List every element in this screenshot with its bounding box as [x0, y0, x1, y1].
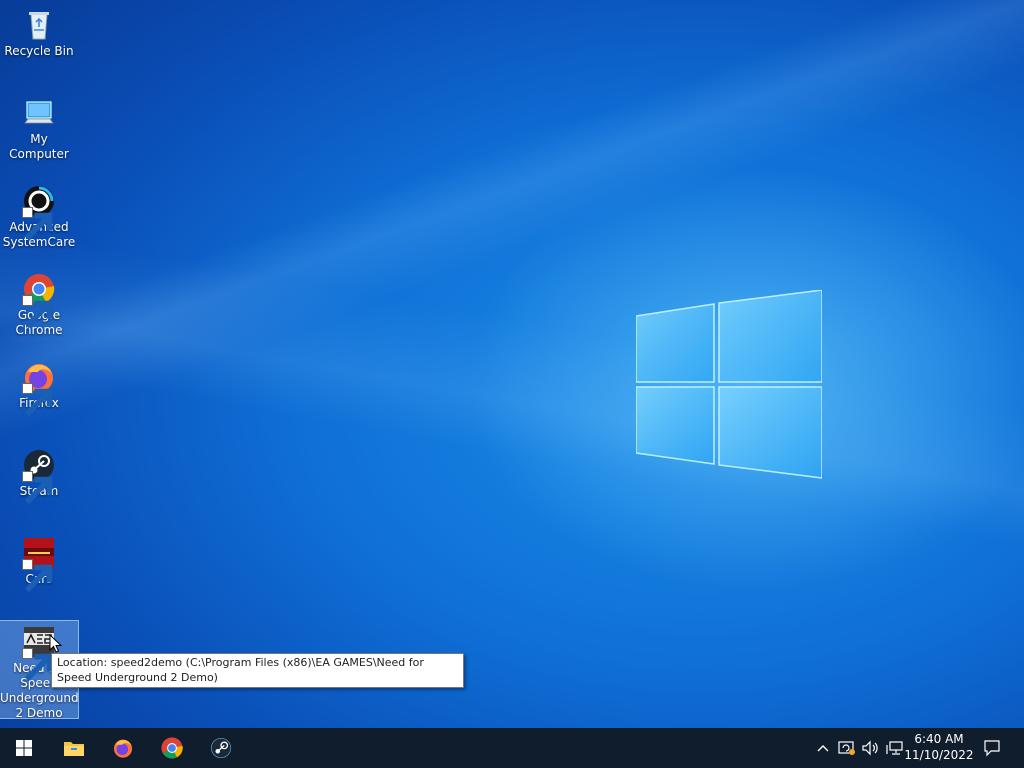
- chrome-icon: [161, 737, 183, 759]
- volume-icon: [862, 740, 878, 756]
- desktop-icon-firefox[interactable]: Firefox: [0, 356, 78, 417]
- clock-date: 11/10/2022: [904, 748, 974, 762]
- mouse-cursor-icon: [49, 634, 63, 653]
- windows-start-icon: [16, 740, 32, 756]
- desktop-icon-recycle-bin[interactable]: Recycle Bin: [0, 4, 78, 59]
- steam-icon: [210, 737, 232, 759]
- shortcut-arrow-icon: [22, 295, 53, 329]
- desktop-icon-google-chrome[interactable]: Google Chrome: [0, 268, 78, 338]
- shortcut-arrow-icon: [22, 471, 53, 505]
- taskbar-clock[interactable]: 6:40 AM 11/10/2022: [904, 731, 974, 763]
- light-beam: [0, 0, 1024, 728]
- desktop-icon-my-computer[interactable]: My Computer: [0, 92, 78, 162]
- tray-volume-button[interactable]: [860, 728, 882, 768]
- notifications-icon: [984, 740, 1000, 757]
- desktop-icon-label: My Computer: [9, 132, 69, 161]
- shortcut-arrow-icon: [22, 383, 53, 417]
- network-icon: [886, 741, 903, 755]
- desktop-icon-cars[interactable]: Cars: [0, 532, 78, 593]
- clock-time: 6:40 AM: [914, 732, 964, 746]
- shortcut-arrow-icon: [22, 559, 53, 593]
- chrome-icon: [22, 272, 56, 329]
- taskbar-file-explorer-button[interactable]: [50, 728, 98, 768]
- shortcut-arrow-icon: [22, 648, 53, 682]
- firefox-icon: [22, 360, 56, 417]
- computer-icon: [22, 96, 56, 130]
- shortcut-arrow-icon: [22, 207, 53, 241]
- light-beam: [0, 0, 1024, 728]
- desktop-icon-advanced-systemcare[interactable]: Advanced SystemCare: [0, 180, 78, 250]
- taskbar-firefox-button[interactable]: [99, 728, 147, 768]
- show-hidden-icons-button[interactable]: [814, 728, 832, 768]
- chevron-up-icon: [817, 745, 829, 752]
- desktop-icon-steam[interactable]: Steam: [0, 444, 78, 505]
- steam-icon: [22, 448, 56, 505]
- start-button[interactable]: [0, 728, 48, 768]
- taskbar-steam-button[interactable]: [197, 728, 245, 768]
- taskbar-chrome-button[interactable]: [148, 728, 196, 768]
- recycle-bin-icon: [22, 8, 56, 42]
- shortcut-location-tooltip: Location: speed2demo (C:\Program Files (…: [51, 653, 464, 688]
- windows-wallpaper-logo: [636, 290, 822, 479]
- file-explorer-icon: [64, 742, 84, 756]
- taskbar: 6:40 AM 11/10/2022: [0, 728, 1024, 768]
- advanced-systemcare-icon: [22, 184, 56, 241]
- firefox-icon: [113, 739, 133, 758]
- tray-update-button[interactable]: [836, 728, 858, 768]
- action-center-button[interactable]: [978, 728, 1006, 768]
- update-icon: [838, 741, 855, 755]
- cars-icon: [22, 536, 56, 593]
- desktop-icon-label: Recycle Bin: [4, 44, 74, 58]
- tray-network-button[interactable]: [884, 728, 906, 768]
